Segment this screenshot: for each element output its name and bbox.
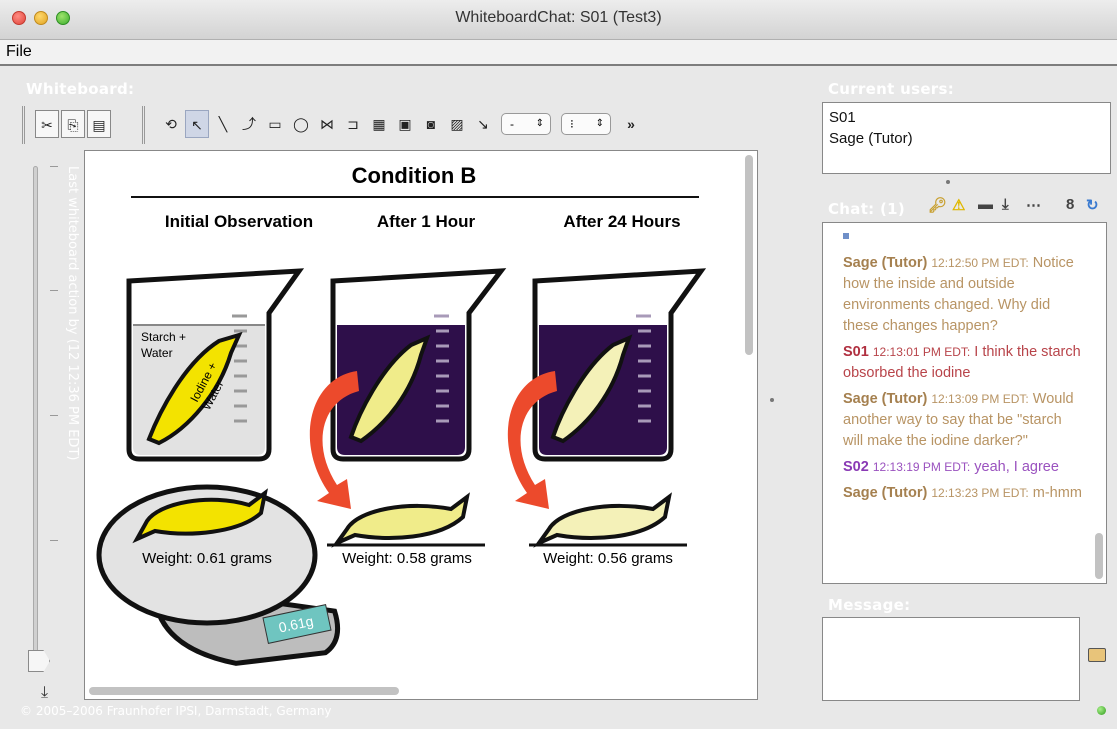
beaker-24-hours [532,268,707,462]
chat-text: m-hmm [1032,485,1082,501]
chat-scrollbar[interactable] [1094,225,1104,580]
key-icon[interactable]: 🔑︎ [928,196,947,214]
draw-tool-group: ⟲ ↖ ╲ ⤴ ▭ ◯ ⋈ ⊐ ▦ ▣ ◙ ▨ ↘ - ⇕ ⁝ ⇕ » [142,106,742,144]
line-style-select[interactable]: ⁝ ⇕ [561,113,611,135]
chat-log[interactable]: Sage (Tutor) 12:12:50 PM EDT: Notice how… [822,222,1107,584]
lasso-icon[interactable]: ⟲ [159,110,183,138]
chat-time: 12:13:19 PM EDT: [872,460,971,474]
paste-icon[interactable]: ▤ [87,110,111,138]
chat-time: 12:13:01 PM EDT: [872,345,971,359]
kitchen-scale: Weight: 0.61 grams 0.61g [96,484,341,666]
connection-status-icon [1097,706,1106,715]
drawing-title: Condition B [352,163,477,188]
column-24-hours: After 24 Hours [563,212,680,231]
chat-time: 12:13:09 PM EDT: [931,392,1029,406]
chat-message-list: Sage (Tutor) 12:12:50 PM EDT: Notice how… [843,227,1083,509]
chat-time: 12:13:23 PM EDT: [931,486,1029,500]
beaker-label-starch: Starch + [141,330,186,344]
canvas-content[interactable]: Condition B Initial Observation After 1 … [89,153,739,683]
rectangle-icon[interactable]: ▭ [263,110,287,138]
beaker-1-hour [330,268,507,462]
pointer-link-icon[interactable]: ↘ [471,110,495,138]
bag-after-24-hours [533,492,672,548]
frame-icon[interactable]: ▣ [393,110,417,138]
image-icon[interactable]: ▨ [445,110,469,138]
send-icon[interactable] [1088,648,1106,662]
slider-tick [50,290,58,291]
slider-tick [50,166,58,167]
bell-icon[interactable]: ⚠ [952,196,965,214]
weight-24-hours: Weight: 0.56 grams [543,550,673,567]
column-initial: Initial Observation [165,212,313,231]
bag-after-1-hour [331,492,470,548]
chat-label: Chat: (1) [828,200,906,218]
slider-tick [50,415,58,416]
connector-icon[interactable]: ⋈ [315,110,339,138]
chat-sender: Sage (Tutor) [843,485,928,501]
line-style-value: ⁝ [570,117,574,131]
history-slider-thumb[interactable] [28,650,50,672]
chat-scroll-thumb[interactable] [1095,533,1103,579]
chat-message: Sage (Tutor) 12:13:23 PM EDT: m-hmm [843,483,1083,504]
current-users-list: S01 Sage (Tutor) [822,102,1111,174]
weight-initial: Weight: 0.61 grams [142,550,272,567]
download-icon[interactable]: ⤓ [1002,196,1009,213]
chat-message: Sage (Tutor) 12:13:09 PM EDT: Would anot… [843,389,1083,452]
weight-1-hour: Weight: 0.58 grams [342,550,472,567]
more-icon[interactable]: ⋯ [1026,196,1041,214]
chat-text: yeah, I agree [974,459,1059,475]
chat-sender: S02 [843,459,869,475]
beaker-initial: Starch + Water Iodine + Water [126,268,305,462]
users-splitter[interactable] [946,180,950,184]
chat-marker [843,233,849,239]
text-note-icon[interactable]: ▦ [367,110,391,138]
history-slider[interactable] [33,166,38,666]
person-icon[interactable]: 8 [1066,196,1074,213]
whiteboard-label: Whiteboard: [26,80,135,98]
canvas-horizontal-scrollbar[interactable] [87,685,737,697]
menu-bar: File [0,40,1117,66]
chat-message: Sage (Tutor) 12:12:50 PM EDT: Notice how… [843,253,1083,337]
copyright-text: © 2005–2006 Fraunhofer IPSI, Darmstadt, … [20,704,332,718]
camera-icon[interactable]: ◙ [419,110,443,138]
chat-message: S02 12:13:19 PM EDT: yeah, I agree [843,457,1083,478]
scissors-icon[interactable]: ✂ [35,110,59,138]
chat-time: 12:12:50 PM EDT: [931,256,1029,270]
toolbar-overflow-button[interactable]: » [619,110,643,138]
user-item[interactable]: S01 [829,107,1104,128]
refresh-icon[interactable]: ↻ [1086,196,1099,214]
message-input[interactable] [822,617,1080,701]
slider-tick [50,540,58,541]
window-titlebar: WhiteboardChat: S01 (Test3) [0,0,1117,40]
block-icon[interactable]: ▬ [978,196,993,213]
last-action-label: Last whiteboard action by (12 12:36 PM E… [65,166,80,461]
canvas-vertical-scroll-thumb[interactable] [745,155,753,355]
beaker-label-water: Water [141,346,173,360]
chat-sender: S01 [843,344,869,360]
freehand-icon[interactable]: ⤴ [237,110,261,138]
menu-file[interactable]: File [6,43,32,61]
canvas-vertical-scrollbar[interactable] [743,153,755,683]
window-title: WhiteboardChat: S01 (Test3) [455,9,662,26]
edit-tool-group: ✂ ⎘ ▤ [22,106,122,144]
experiment-drawing: Condition B Initial Observation After 1 … [96,163,707,666]
chat-sender: Sage (Tutor) [843,255,928,271]
column-1-hour: After 1 Hour [377,212,476,231]
select-arrow-icon[interactable]: ↖ [185,110,209,138]
jump-latest-icon[interactable]: ⤓ [41,684,48,702]
user-item[interactable]: Sage (Tutor) [829,128,1104,149]
canvas-horizontal-scroll-thumb[interactable] [89,687,399,695]
chat-message: S01 12:13:01 PM EDT: I think the starch … [843,342,1083,384]
chat-sender: Sage (Tutor) [843,391,928,407]
whiteboard-canvas[interactable]: Condition B Initial Observation After 1 … [84,150,758,700]
panel-splitter[interactable] [770,398,774,402]
line-icon[interactable]: ╲ [211,110,235,138]
copy-icon[interactable]: ⎘ [61,110,85,138]
line-width-select[interactable]: - ⇕ [501,113,551,135]
current-users-label: Current users: [828,80,955,98]
ellipse-icon[interactable]: ◯ [289,110,313,138]
line-width-value: - [510,117,514,131]
message-label: Message: [828,596,911,614]
callout-icon[interactable]: ⊐ [341,110,365,138]
